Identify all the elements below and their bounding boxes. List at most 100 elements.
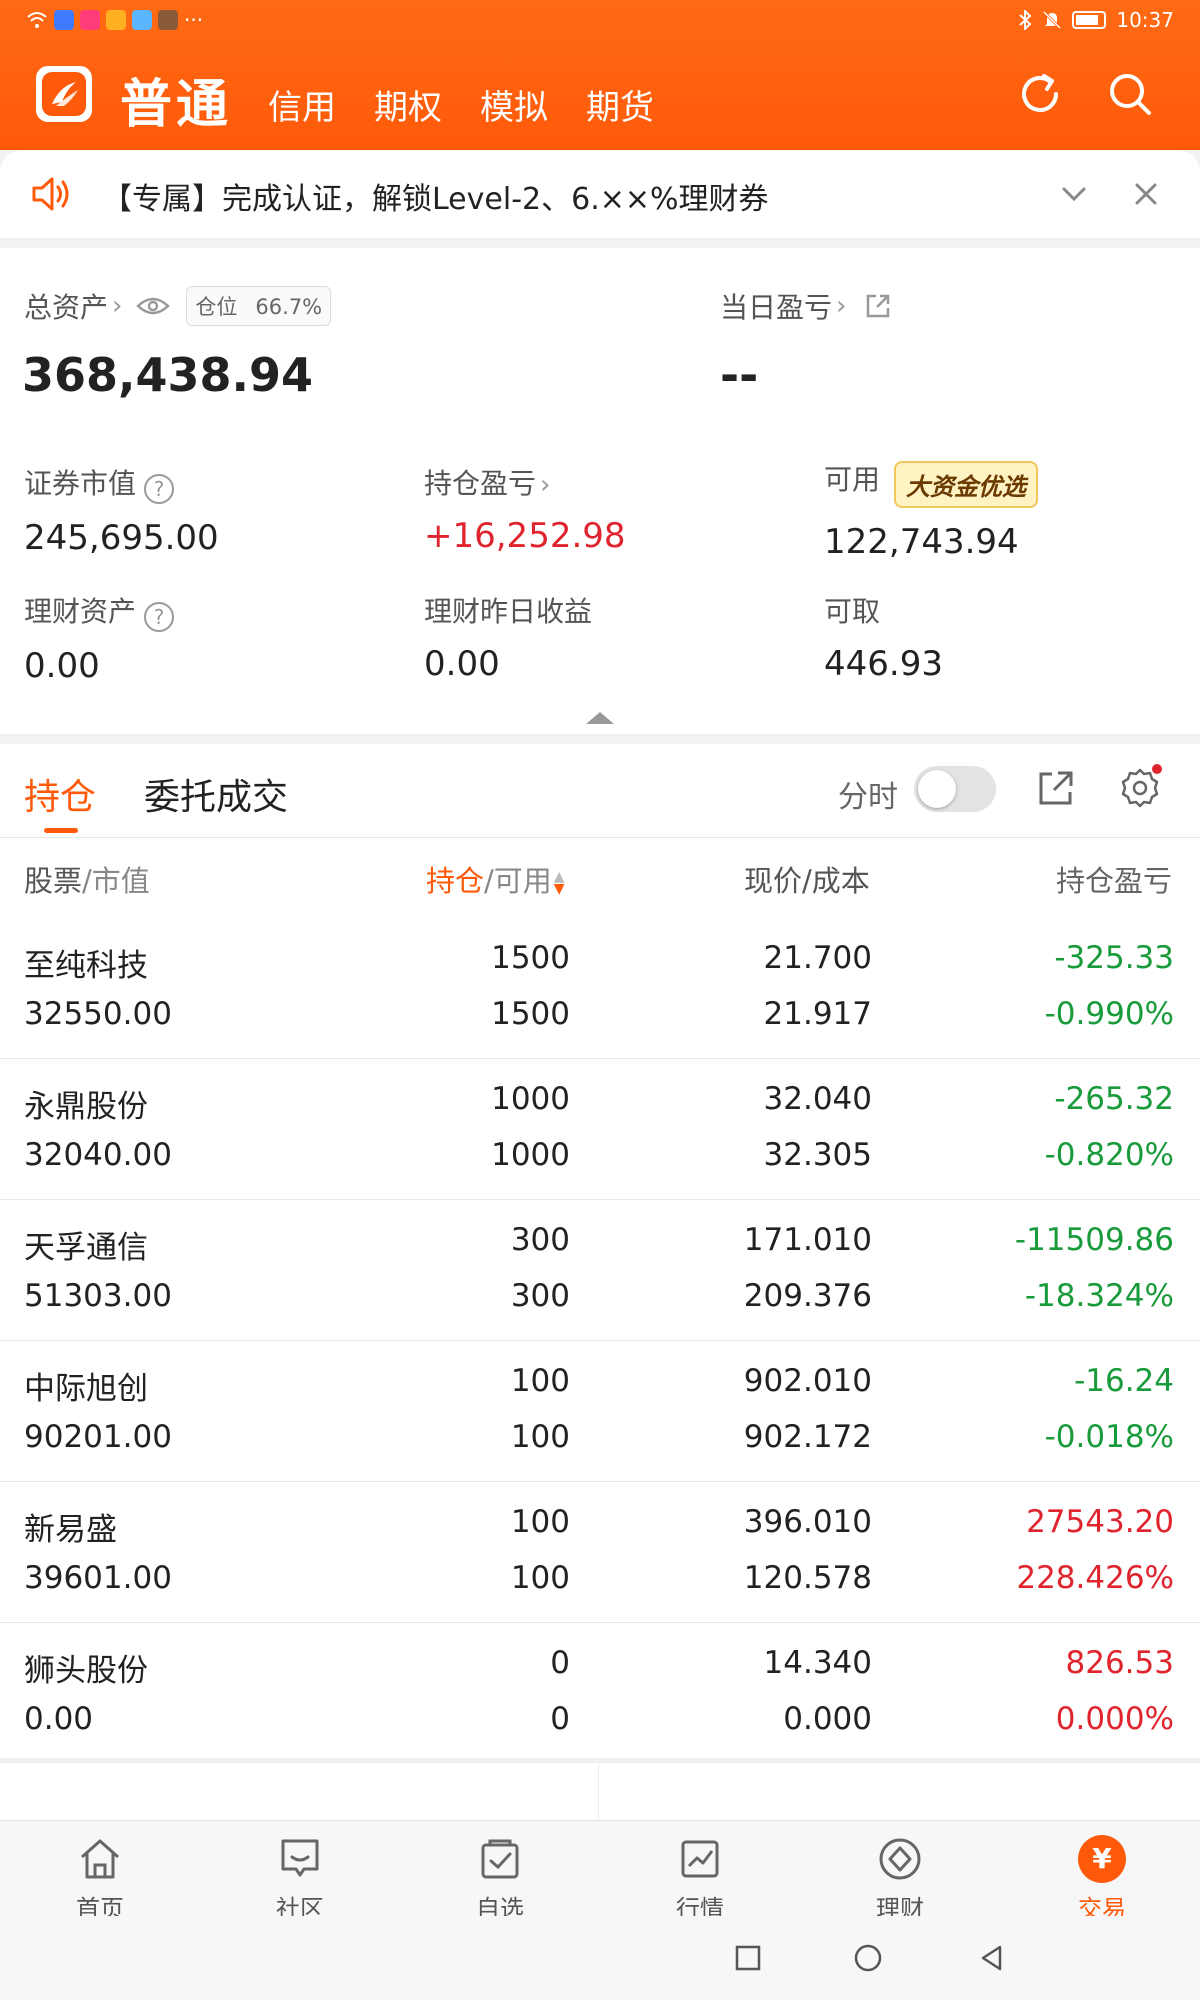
table-row[interactable]: 新易盛 39601.00 100 100 396.010 120.578 27543.20 2… xyxy=(0,1482,1200,1623)
header-position[interactable]: 持仓/可用 ▲ ▼ xyxy=(426,858,565,900)
header-price-cost[interactable]: 现价/成本 xyxy=(744,858,870,900)
big-fund-badge[interactable]: 大资金优选 xyxy=(894,461,1039,508)
available-qty: 1500 xyxy=(491,996,570,1032)
market-value: 32550.00 xyxy=(24,996,172,1032)
available-qty: 100 xyxy=(510,1419,570,1455)
withdrawable-value: 446.93 xyxy=(824,644,943,684)
position-ratio-badge: 仓位 66.7% xyxy=(186,286,332,326)
speaker-icon xyxy=(32,177,69,211)
tab-simulation[interactable]: 模拟 xyxy=(480,80,548,129)
total-assets-label: 总资产 xyxy=(24,291,109,324)
wealth-assets-value: 0.00 xyxy=(24,645,100,686)
battery-icon xyxy=(1072,11,1107,29)
securities-value: 245,695.00 xyxy=(24,517,219,558)
header-stock[interactable]: 股票/市值 xyxy=(24,858,150,900)
cost-price: 120.578 xyxy=(743,1560,872,1596)
market-value: 51303.00 xyxy=(24,1278,172,1314)
nav-community[interactable]: 社区 xyxy=(240,1835,360,1924)
wealth-yesterday-label: 理财昨日收益 xyxy=(424,595,593,628)
pl-amount: -325.33 xyxy=(1054,940,1174,976)
total-assets-header[interactable]: 总资产 › 仓位 66.7% xyxy=(24,286,332,326)
refresh-icon[interactable] xyxy=(1014,68,1066,120)
close-icon[interactable] xyxy=(1128,176,1164,212)
timeshare-toggle[interactable] xyxy=(914,766,996,812)
divider xyxy=(598,1763,599,1823)
home-circle-icon[interactable] xyxy=(852,1942,884,1974)
holding-pl-cell[interactable]: 持仓盈亏 › +16,252.98 xyxy=(424,462,626,556)
current-price: 902.010 xyxy=(743,1363,872,1399)
table-row[interactable]: 至纯科技 32550.00 1500 1500 21.700 21.917 -325.33 -… xyxy=(0,918,1200,1059)
nav-trade[interactable]: ¥ 交易 xyxy=(1042,1835,1162,1924)
securities-value-label: 证券市值 xyxy=(24,467,137,500)
header-pl[interactable]: 持仓盈亏 xyxy=(1056,858,1172,900)
pl-percent: -0.990% xyxy=(1044,996,1174,1032)
pl-percent: 228.426% xyxy=(1016,1560,1174,1596)
day-pl-header[interactable]: 当日盈亏 › xyxy=(720,286,892,326)
back-icon[interactable] xyxy=(976,1942,1008,1974)
avatar-app-icon xyxy=(106,10,126,30)
holding-pl-label: 持仓盈亏 xyxy=(424,467,537,500)
cost-price: 32.305 xyxy=(763,1137,872,1173)
video-app-icon xyxy=(80,10,100,30)
toggle-knob xyxy=(918,770,956,808)
tab-normal-account[interactable]: 普通 xyxy=(120,62,232,137)
tab-holdings[interactable]: 持仓 xyxy=(24,768,96,820)
pl-percent: -18.324% xyxy=(1024,1278,1174,1314)
header-actions xyxy=(1014,68,1156,120)
chevron-down-icon[interactable] xyxy=(1056,176,1092,212)
notification-dot xyxy=(1152,764,1162,774)
pl-amount: -11509.86 xyxy=(1014,1222,1174,1258)
available-cell: 可用 大资金优选 122,743.94 xyxy=(824,458,1039,562)
timeshare-label: 分时 xyxy=(838,780,898,815)
pl-amount: -265.32 xyxy=(1054,1081,1174,1117)
tab-options[interactable]: 期权 xyxy=(374,80,442,129)
nav-watchlist[interactable]: 自选 xyxy=(440,1835,560,1924)
table-row[interactable]: 狮头股份 0.00 0 0 14.340 0.000 826.53 0.000% xyxy=(0,1623,1200,1764)
home-icon xyxy=(81,1839,119,1879)
day-pl-value: -- xyxy=(720,348,759,402)
table-row[interactable]: 天孚通信 51303.00 300 300 171.010 209.376 -11509.8… xyxy=(0,1200,1200,1341)
current-price: 32.040 xyxy=(763,1081,872,1117)
table-row[interactable]: 永鼎股份 32040.00 1000 1000 32.040 32.305 -265.32 -… xyxy=(0,1059,1200,1200)
position-qty: 1000 xyxy=(491,1081,570,1117)
pl-amount: 27543.20 xyxy=(1026,1504,1174,1540)
securities-value-cell: 证券市值? 245,695.00 xyxy=(24,462,219,558)
help-icon[interactable]: ? xyxy=(144,601,175,632)
holdings-table: 股票/市值 持仓/可用 ▲ ▼ 现价/成本 持仓盈亏 至纯科技 32550.00 150… xyxy=(0,838,1200,1764)
collapse-arrow-icon[interactable] xyxy=(586,712,614,724)
eye-icon[interactable] xyxy=(136,295,171,317)
tab-credit[interactable]: 信用 xyxy=(268,80,336,129)
wealth-assets-cell: 理财资产? 0.00 xyxy=(24,590,175,686)
logo-mark-icon xyxy=(42,72,86,116)
share-external-icon[interactable] xyxy=(864,292,892,320)
stock-name: 新易盛 xyxy=(24,1512,117,1548)
cost-price: 209.376 xyxy=(743,1278,872,1314)
chevron-right-icon: › xyxy=(836,291,847,321)
header-available-label: /可用 xyxy=(484,864,552,898)
pl-percent: -0.820% xyxy=(1044,1137,1174,1173)
nav-home[interactable]: 首页 xyxy=(40,1835,160,1924)
recent-apps-icon[interactable] xyxy=(732,1942,764,1974)
more-actions-strip xyxy=(0,1762,1200,1823)
table-row[interactable]: 中际旭创 90201.00 100 100 902.010 902.172 -16.24 -0… xyxy=(0,1341,1200,1482)
cost-price: 0.000 xyxy=(783,1701,872,1737)
holding-pl-value: +16,252.98 xyxy=(424,516,626,556)
help-icon[interactable]: ? xyxy=(144,473,175,504)
pl-amount: -16.24 xyxy=(1074,1363,1174,1399)
nav-wealth[interactable]: 理财 xyxy=(840,1835,960,1924)
header-stock-label: 股票 xyxy=(24,864,83,898)
tab-futures[interactable]: 期货 xyxy=(586,80,654,129)
tab-orders[interactable]: 委托成交 xyxy=(144,768,288,820)
wifi-icon xyxy=(27,12,47,28)
stock-name: 至纯科技 xyxy=(24,948,148,984)
status-bar: ··· 10:37 xyxy=(0,0,1200,40)
share-icon[interactable] xyxy=(1036,768,1076,808)
notice-text[interactable]: 【专属】完成认证，解锁Level-2、6.××%理财券 xyxy=(102,174,769,218)
nav-market[interactable]: 行情 xyxy=(640,1835,760,1924)
header-market-value-label: /市值 xyxy=(82,864,150,898)
holdings-tab-bar: 持仓 委托成交 分时 xyxy=(0,744,1200,838)
promo-notice-bar[interactable]: 【专属】完成认证，解锁Level-2、6.××%理财券 xyxy=(0,150,1200,238)
search-icon[interactable] xyxy=(1104,68,1156,120)
stock-name: 狮头股份 xyxy=(24,1653,148,1689)
watchlist-icon xyxy=(481,1839,519,1879)
